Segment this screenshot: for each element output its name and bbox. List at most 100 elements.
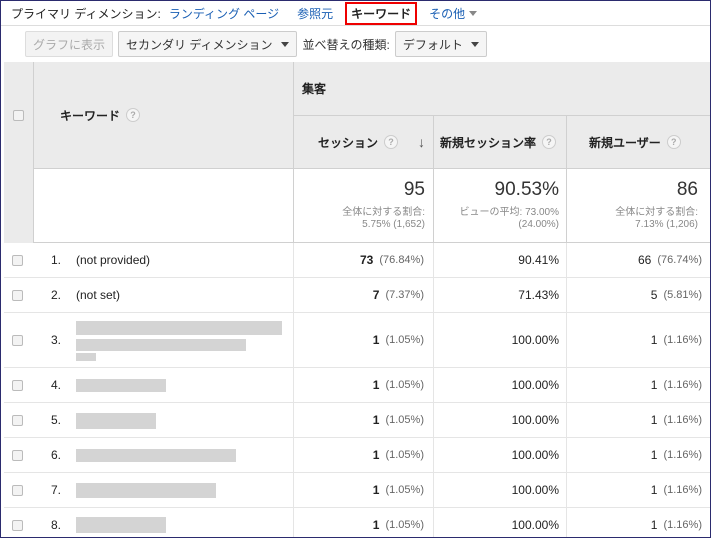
row-checkbox[interactable]: [12, 289, 23, 301]
help-icon[interactable]: ?: [666, 135, 681, 149]
sessions-pct: (1.05%): [385, 449, 424, 461]
keyword-link[interactable]: [76, 368, 286, 402]
redacted-keyword: [76, 449, 236, 462]
sessions-pct: (1.05%): [385, 334, 424, 346]
totals-new-rate-cell: 90.53% ビューの平均: 73.00% (24.00%): [434, 169, 567, 243]
new-users-value: 1: [650, 483, 658, 497]
new-users-pct: (1.16%): [663, 379, 702, 391]
plot-rows-label: グラフに表示: [33, 37, 106, 52]
new-users-cell: 66 (76.74%): [567, 243, 702, 277]
new-users-pct: (5.81%): [663, 289, 702, 301]
sessions-cell: 1 (1.05%): [294, 313, 424, 367]
row-checkbox[interactable]: [12, 379, 23, 391]
new-users-value: 5: [650, 288, 658, 302]
dimension-source-link[interactable]: 参照元: [297, 5, 333, 22]
sort-type-dropdown[interactable]: デフォルト: [394, 31, 487, 57]
keyword-column-header[interactable]: キーワード ?: [34, 62, 294, 169]
new-users-cell: 1 (1.16%): [567, 508, 702, 537]
totals-sessions-share: 5.75% (1,652): [362, 219, 425, 230]
chevron-down-icon: [470, 41, 479, 47]
help-icon[interactable]: ?: [126, 108, 141, 122]
new-users-column-header[interactable]: 新規ユーザー ?: [567, 116, 710, 169]
select-all-column: [4, 62, 34, 243]
acquisition-group-label: 集客: [302, 82, 327, 96]
new-users-cell: 1 (1.16%): [567, 368, 702, 402]
plot-rows-button[interactable]: グラフに表示: [25, 31, 114, 57]
table-row[interactable]: 4. 1 (1.05%) 100.00% 1 (1.16%): [4, 368, 710, 403]
sessions-value: 1: [372, 518, 380, 532]
keyword-link[interactable]: [76, 438, 286, 472]
redacted-keyword: [76, 413, 156, 429]
sessions-cell: 1 (1.05%): [294, 368, 424, 402]
totals-new-users-value: 86: [676, 179, 698, 200]
table-row[interactable]: 2. (not set) 7 (7.37%) 71.43% 5 (5.81%): [4, 278, 710, 313]
sessions-cell: 1 (1.05%): [294, 403, 424, 437]
table-row[interactable]: 7. 1 (1.05%) 100.00% 1 (1.16%): [4, 473, 710, 508]
sessions-value: 7: [372, 288, 380, 302]
new-users-cell: 1 (1.16%): [567, 313, 702, 367]
sort-type-value: デフォルト: [402, 37, 463, 52]
table-row[interactable]: 6. 1 (1.05%) 100.00% 1 (1.16%): [4, 438, 710, 473]
help-icon[interactable]: ?: [384, 135, 399, 149]
row-checkbox[interactable]: [12, 334, 23, 346]
row-index: 2.: [51, 288, 62, 302]
row-index: 7.: [51, 483, 62, 497]
sessions-value: 1: [372, 333, 380, 347]
keyword-link[interactable]: [76, 313, 286, 367]
sessions-cell: 1 (1.05%): [294, 438, 424, 472]
row-checkbox[interactable]: [12, 484, 23, 496]
dimension-keyword-active[interactable]: キーワード: [345, 1, 418, 25]
keyword-link[interactable]: (not provided): [76, 243, 150, 277]
new-users-header-label: 新規ユーザー: [589, 135, 661, 150]
row-checkbox[interactable]: [12, 519, 23, 531]
keyword-link[interactable]: (not set): [76, 278, 120, 312]
row-index: 8.: [51, 518, 62, 532]
row-index: 4.: [51, 378, 62, 392]
sessions-value: 1: [372, 448, 380, 462]
primary-dimension-bar: プライマリ ディメンション: ランディング ページ 参照元 キーワード その他: [1, 1, 710, 25]
sessions-column-header[interactable]: セッション ? ↓: [294, 116, 434, 169]
sessions-pct: (1.05%): [385, 414, 424, 426]
sort-descending-icon[interactable]: ↓: [418, 134, 425, 150]
row-checkbox[interactable]: [12, 449, 23, 461]
keyword-link[interactable]: [76, 473, 286, 507]
row-checkbox[interactable]: [12, 414, 23, 426]
dimension-more-dropdown[interactable]: その他: [429, 5, 478, 22]
sessions-value: 1: [372, 413, 380, 427]
totals-new-users-cell: 86 全体に対する割合: 7.13% (1,206): [567, 169, 710, 243]
dimension-landing-page-link[interactable]: ランディング ページ: [169, 5, 279, 22]
new-session-rate-column-header[interactable]: 新規セッション率 ?: [434, 116, 567, 169]
sessions-pct: (1.05%): [385, 379, 424, 391]
table-row[interactable]: 3. 1 (1.05%) 100.00% 1 (1.16%): [4, 313, 710, 368]
secondary-dimension-dropdown[interactable]: セカンダリ ディメンション: [118, 31, 297, 57]
table-header: キーワード ? 集客 セッション ? ↓ 新規セッション率 ? 新規ユーザー ?…: [4, 62, 710, 243]
secondary-dimension-label: セカンダリ ディメンション: [126, 37, 273, 52]
new-users-value: 66: [638, 253, 652, 267]
sessions-value: 73: [360, 253, 374, 267]
new-users-value: 1: [650, 378, 658, 392]
row-index: 5.: [51, 413, 62, 427]
keyword-link[interactable]: [76, 508, 286, 537]
new-users-pct: (1.16%): [663, 519, 702, 531]
new-users-pct: (1.16%): [663, 414, 702, 426]
totals-sessions-value: 95: [403, 179, 425, 200]
row-index: 1.: [51, 253, 62, 267]
sessions-pct: (76.84%): [379, 254, 424, 266]
help-icon[interactable]: ?: [542, 135, 557, 149]
totals-new-rate-value: 90.53%: [494, 179, 559, 200]
table-row[interactable]: 8. 1 (1.05%) 100.00% 1 (1.16%): [4, 508, 710, 537]
sessions-value: 1: [372, 483, 380, 497]
select-all-checkbox[interactable]: [13, 110, 24, 121]
redacted-keyword: [76, 339, 246, 351]
row-checkbox[interactable]: [12, 254, 23, 266]
totals-new-users-share: 7.13% (1,206): [635, 219, 698, 230]
table-toolbar: グラフに表示 セカンダリ ディメンション 並べ替えの種類: デフォルト: [1, 26, 710, 62]
sessions-cell: 73 (76.84%): [294, 243, 424, 277]
table-row[interactable]: 5. 1 (1.05%) 100.00% 1 (1.16%): [4, 403, 710, 438]
table-row[interactable]: 1. (not provided) 73 (76.84%) 90.41% 66 (7…: [4, 243, 710, 278]
keyword-link[interactable]: [76, 403, 286, 437]
chevron-down-icon: [469, 10, 478, 16]
new-rate-value: 100.00%: [511, 518, 559, 532]
new-users-value: 1: [650, 518, 658, 532]
new-users-cell: 1 (1.16%): [567, 403, 702, 437]
